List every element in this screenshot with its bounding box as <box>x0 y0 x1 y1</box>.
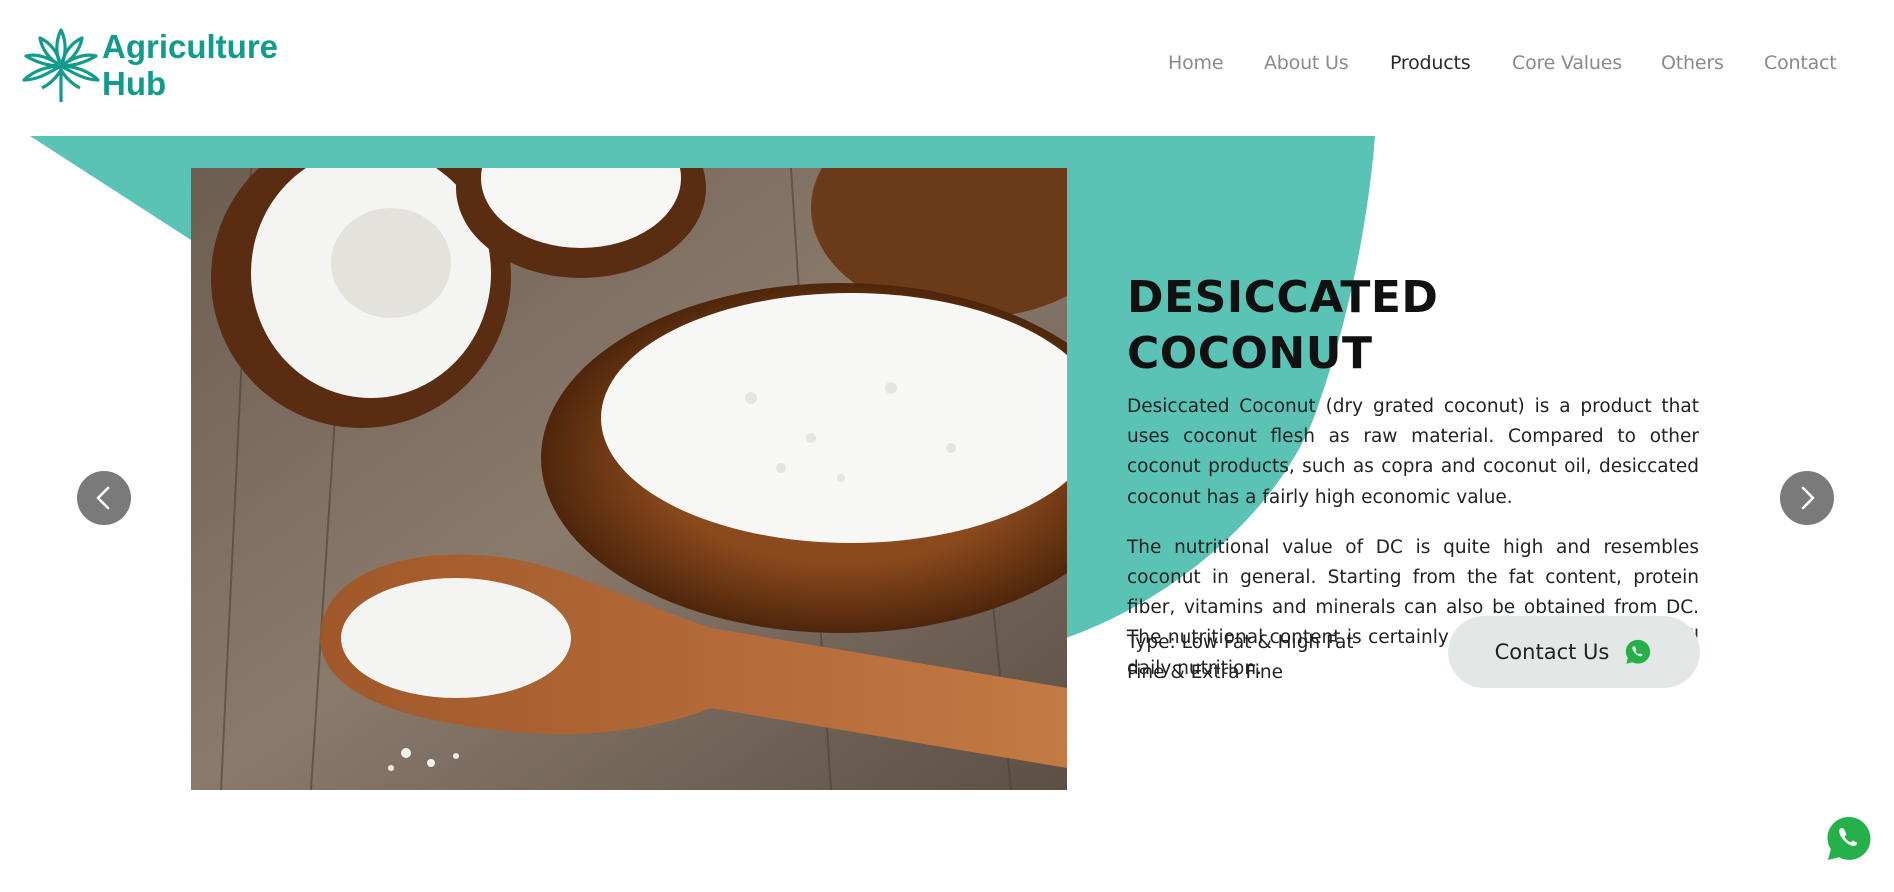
product-type-line1: Type: Low Fat & High Fat <box>1127 632 1354 653</box>
brand-name-line1: Agriculture <box>102 28 279 65</box>
whatsapp-icon <box>1626 639 1651 664</box>
coconut-photo <box>191 168 1067 790</box>
product-type: Type: Low Fat & High Fat Fine & Extra Fi… <box>1127 628 1354 688</box>
contact-us-label: Contact Us <box>1494 640 1610 664</box>
product-description-1: Desiccated Coconut (dry grated coconut) … <box>1127 396 1699 508</box>
nav-home[interactable]: Home <box>1168 52 1224 74</box>
leaf-burst-icon <box>22 28 100 102</box>
brand-logo[interactable]: Agriculture Hub <box>20 26 278 104</box>
whatsapp-float-button[interactable] <box>1825 815 1873 863</box>
contact-us-button[interactable]: Contact Us <box>1448 616 1700 688</box>
carousel-next-button[interactable] <box>1780 471 1834 525</box>
nav-contact[interactable]: Contact <box>1764 52 1837 74</box>
product-title: DESICCATED COCONUT <box>1127 272 1439 379</box>
site-header: Agriculture Hub Home About Us Products C… <box>0 0 1894 130</box>
nav-core-values[interactable]: Core Values <box>1512 52 1622 74</box>
nav-products[interactable]: Products <box>1390 52 1471 74</box>
nav-others[interactable]: Others <box>1661 52 1724 74</box>
chevron-left-icon <box>96 486 110 510</box>
brand-name-line2: Hub <box>102 65 167 102</box>
brand-name: Agriculture Hub <box>102 28 278 102</box>
product-type-line2: Fine & Extra Fine <box>1127 662 1283 683</box>
chevron-right-icon <box>1801 486 1815 510</box>
carousel-prev-button[interactable] <box>77 471 131 525</box>
product-image <box>191 168 1067 790</box>
nav-about-us[interactable]: About Us <box>1264 52 1349 74</box>
